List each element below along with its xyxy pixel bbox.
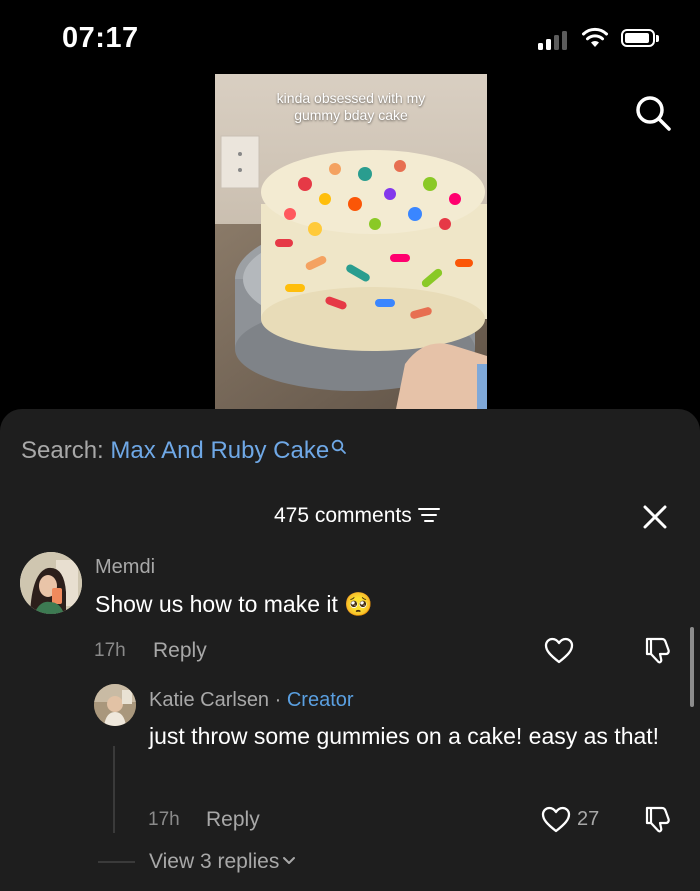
name-separator: · xyxy=(269,689,287,711)
comment-time: 17h xyxy=(94,640,126,661)
comments-count: 475 comments xyxy=(274,504,412,527)
cake-video-frame xyxy=(215,74,487,414)
filter-icon[interactable] xyxy=(417,506,440,524)
comment-username[interactable]: Memdi xyxy=(95,556,155,579)
search-query-link[interactable]: Max And Ruby Cake xyxy=(110,437,329,464)
avatar[interactable] xyxy=(20,552,82,614)
wifi-icon xyxy=(582,27,608,47)
heart-icon[interactable] xyxy=(544,637,574,665)
scrollbar[interactable] xyxy=(690,627,694,707)
search-label: Search: xyxy=(21,437,104,464)
small-search-icon xyxy=(331,439,347,454)
close-icon[interactable] xyxy=(640,502,670,532)
like-count: 27 xyxy=(577,808,600,830)
reply-button[interactable]: Reply xyxy=(206,808,260,832)
chevron-down-icon xyxy=(283,857,296,865)
thread-line xyxy=(113,746,115,833)
dislike-icon[interactable] xyxy=(642,635,672,665)
reply-text: just throw some gummies on a cake! easy … xyxy=(149,723,660,749)
view-replies-label: View 3 replies xyxy=(149,850,280,873)
view-replies-button[interactable]: View 3 replies xyxy=(149,850,296,874)
comments-header[interactable]: 475 comments xyxy=(274,504,440,528)
comment-body: Show us how to make it xyxy=(95,591,338,617)
battery-icon xyxy=(621,29,659,47)
cellular-signal-icon xyxy=(538,30,572,50)
status-time: 07:17 xyxy=(62,22,139,54)
heart-icon[interactable] xyxy=(541,806,571,834)
video-player[interactable]: kinda obsessed with my gummy bday cake xyxy=(215,74,487,414)
pleading-face-emoji: 🥺 xyxy=(344,591,373,617)
creator-badge: Creator xyxy=(286,689,354,711)
creator-avatar[interactable] xyxy=(94,684,136,726)
reply-username[interactable]: Katie Carlsen xyxy=(149,689,269,711)
replies-divider xyxy=(98,861,135,863)
reply-button[interactable]: Reply xyxy=(153,639,207,663)
related-search[interactable]: Search: Max And Ruby Cake xyxy=(21,437,347,465)
search-icon[interactable] xyxy=(632,92,674,134)
reply-username-row: Katie Carlsen · Creator xyxy=(149,689,354,712)
comment-text: Show us how to make it 🥺 xyxy=(95,586,373,622)
dislike-icon[interactable] xyxy=(642,804,672,834)
video-caption: kinda obsessed with my gummy bday cake xyxy=(276,90,426,123)
reply-time: 17h xyxy=(148,809,180,830)
